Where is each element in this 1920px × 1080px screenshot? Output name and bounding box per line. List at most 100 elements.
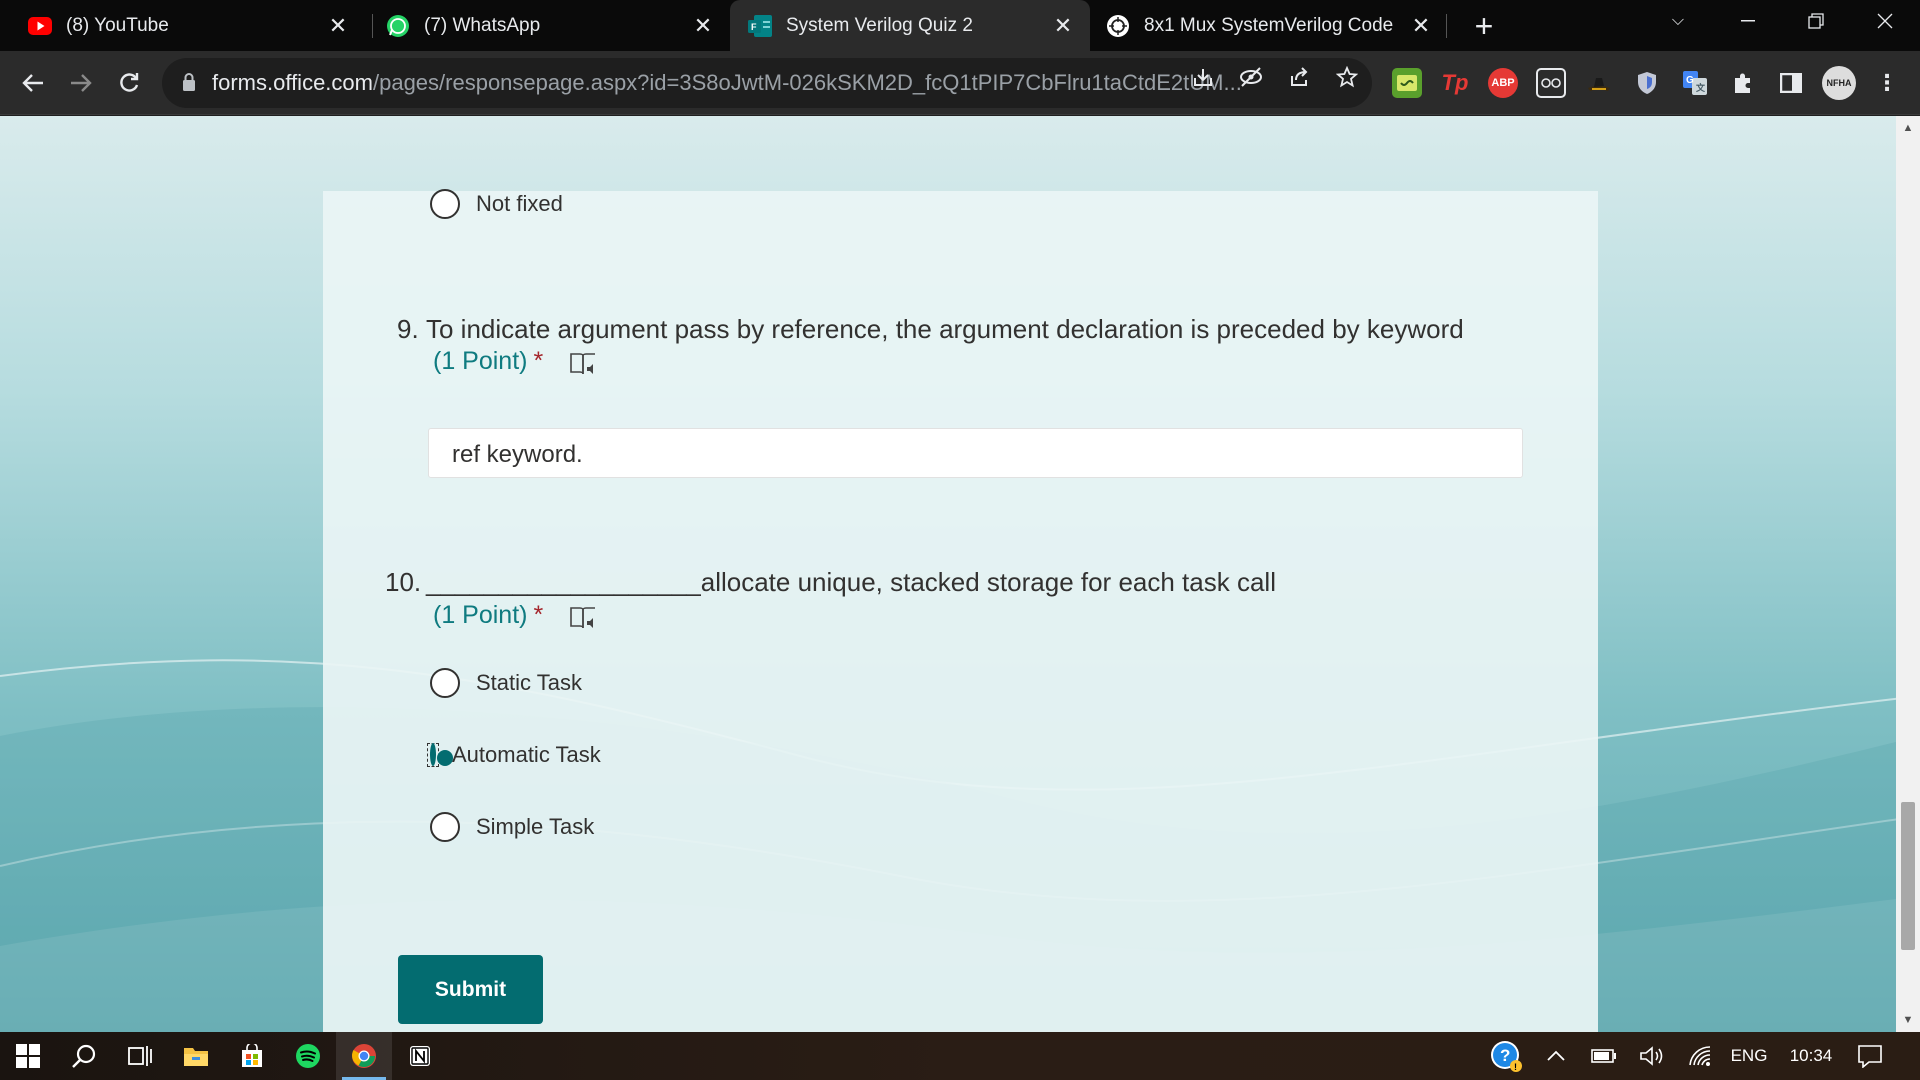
install-app-icon[interactable] [1190, 64, 1216, 90]
radio-button[interactable] [430, 812, 460, 842]
file-explorer-icon[interactable] [168, 1032, 224, 1080]
svg-text:?: ? [1500, 1046, 1510, 1065]
url-path: /pages/responsepage.aspx?id=3S8oJwtM-026… [372, 70, 1242, 95]
chrome-taskbar-icon[interactable] [336, 1032, 392, 1080]
option-label: Static Task [476, 670, 582, 695]
bookmark-star-icon[interactable] [1334, 64, 1360, 90]
answer-text-field[interactable]: ref keyword. [428, 428, 1523, 478]
volume-icon[interactable] [1636, 1032, 1668, 1080]
scrollbar-thumb[interactable] [1901, 802, 1915, 950]
translate-ext-icon[interactable]: G文 [1680, 68, 1710, 98]
search-icon[interactable] [56, 1032, 112, 1080]
tab-youtube[interactable]: (8) YouTube ✕ [0, 0, 365, 51]
url-text[interactable]: forms.office.com/pages/responsepage.aspx… [212, 70, 1342, 96]
option-label: Not fixed [476, 191, 563, 216]
share-icon[interactable] [1286, 64, 1312, 90]
tab-title: 8x1 Mux SystemVerilog Code [1144, 14, 1394, 36]
tab-separator [1446, 14, 1447, 38]
question-number: 10. [385, 567, 422, 597]
back-icon[interactable] [13, 63, 53, 103]
scroll-up-arrow-icon[interactable]: ▲ [1896, 118, 1920, 138]
radio-option-automatic-task[interactable]: Automatic Task [427, 735, 601, 775]
radio-button[interactable] [430, 189, 460, 219]
notion-icon[interactable] [392, 1032, 448, 1080]
notes-ext-icon[interactable] [1392, 68, 1422, 98]
minimize-icon[interactable] [1725, 0, 1771, 42]
new-tab-button[interactable]: + [1466, 8, 1502, 44]
svg-text:!: ! [1514, 1062, 1517, 1072]
notifications-icon[interactable] [1850, 1032, 1890, 1080]
tp-ext-icon[interactable]: Tp [1440, 68, 1470, 98]
sidepanel-icon[interactable] [1776, 68, 1806, 98]
question-points: (1 Point) * [433, 601, 543, 630]
battery-icon[interactable] [1588, 1032, 1620, 1080]
tracking-hidden-icon[interactable] [1238, 64, 1264, 90]
windows-start-icon[interactable] [0, 1032, 56, 1080]
svg-text:G: G [1686, 75, 1694, 86]
tab-title: System Verilog Quiz 2 [786, 14, 973, 36]
svg-text:文: 文 [1695, 82, 1706, 93]
radio-button[interactable] [430, 668, 460, 698]
tab-system-verilog-quiz[interactable]: F System Verilog Quiz 2 ✕ [730, 0, 1090, 51]
immersive-reader-icon[interactable] [569, 606, 597, 632]
reload-icon[interactable] [109, 63, 149, 103]
close-tab-icon[interactable]: ✕ [1048, 11, 1078, 41]
answer-value: ref keyword. [452, 441, 583, 468]
restore-icon[interactable] [1793, 0, 1839, 42]
focus-ring [427, 743, 439, 767]
radio-option-not-fixed[interactable]: Not fixed [430, 184, 563, 224]
chevron-up-icon[interactable] [1540, 1032, 1572, 1080]
task-view-icon[interactable] [112, 1032, 168, 1080]
question-title: ___________________allocate unique, stac… [426, 567, 1276, 597]
profile-avatar[interactable]: NFHA [1822, 66, 1856, 100]
puzzle-icon[interactable] [1728, 68, 1758, 98]
help-icon[interactable]: ?! [1488, 1032, 1524, 1080]
close-tab-icon[interactable]: ✕ [688, 11, 718, 41]
tab-strip: (8) YouTube ✕ (7) WhatsApp ✕ F System Ve… [0, 0, 1920, 51]
close-tab-icon[interactable]: ✕ [1406, 11, 1436, 41]
hat-ext-icon[interactable] [1584, 68, 1614, 98]
forms-icon: F [748, 14, 772, 38]
close-window-icon[interactable] [1862, 0, 1908, 42]
scroll-down-arrow-icon[interactable]: ▼ [1896, 1010, 1920, 1030]
question-number: 9. [397, 314, 419, 344]
lock-icon[interactable] [182, 72, 196, 92]
tab-title: (8) YouTube [66, 14, 169, 36]
svg-text:F: F [751, 22, 757, 32]
windows-taskbar: ?! ENG 10:34 [0, 1032, 1920, 1080]
tab-title: (7) WhatsApp [424, 14, 541, 36]
close-tab-icon[interactable]: ✕ [323, 11, 353, 41]
adblock-plus-icon[interactable]: ABP [1488, 68, 1518, 98]
chatgpt-icon [1106, 14, 1130, 38]
form-card: Not fixed 9. To indicate argument pass b… [323, 189, 1598, 1032]
points-label: (1 Point) [433, 601, 528, 629]
question-points: (1 Point) * [433, 347, 543, 376]
shield-ext-icon[interactable] [1632, 68, 1662, 98]
page-viewport: Not fixed 9. To indicate argument pass b… [0, 116, 1920, 1032]
option-label: Simple Task [476, 814, 595, 839]
option-label: Automatic Task [452, 742, 601, 767]
required-asterisk: * [533, 347, 544, 375]
forward-icon[interactable] [61, 63, 101, 103]
wifi-icon[interactable] [1684, 1032, 1716, 1080]
youtube-icon [28, 14, 52, 38]
immersive-reader-icon[interactable] [569, 352, 597, 378]
page-scrollbar[interactable]: ▲ ▼ [1896, 116, 1920, 1032]
points-label: (1 Point) [433, 347, 528, 375]
tab-mux-code[interactable]: 8x1 Mux SystemVerilog Code ✕ [1090, 0, 1448, 51]
menu-kebab-icon[interactable]: ⋮ [1872, 68, 1902, 98]
radio-button-selected[interactable] [430, 743, 436, 766]
url-host: forms.office.com [212, 70, 373, 95]
tab-whatsapp[interactable]: (7) WhatsApp ✕ [358, 0, 730, 51]
required-asterisk: * [533, 601, 544, 629]
glasses-ext-icon[interactable] [1536, 68, 1566, 98]
spotify-icon[interactable] [280, 1032, 336, 1080]
microsoft-store-icon[interactable] [224, 1032, 280, 1080]
tab-search-icon[interactable]: ⌵ [1655, 0, 1701, 42]
language-indicator[interactable]: ENG [1724, 1032, 1774, 1080]
radio-option-simple-task[interactable]: Simple Task [430, 807, 594, 847]
browser-toolbar: forms.office.com/pages/responsepage.aspx… [0, 51, 1920, 115]
clock[interactable]: 10:34 [1782, 1032, 1840, 1080]
submit-button[interactable]: Submit [398, 955, 543, 1024]
radio-option-static-task[interactable]: Static Task [430, 663, 582, 703]
